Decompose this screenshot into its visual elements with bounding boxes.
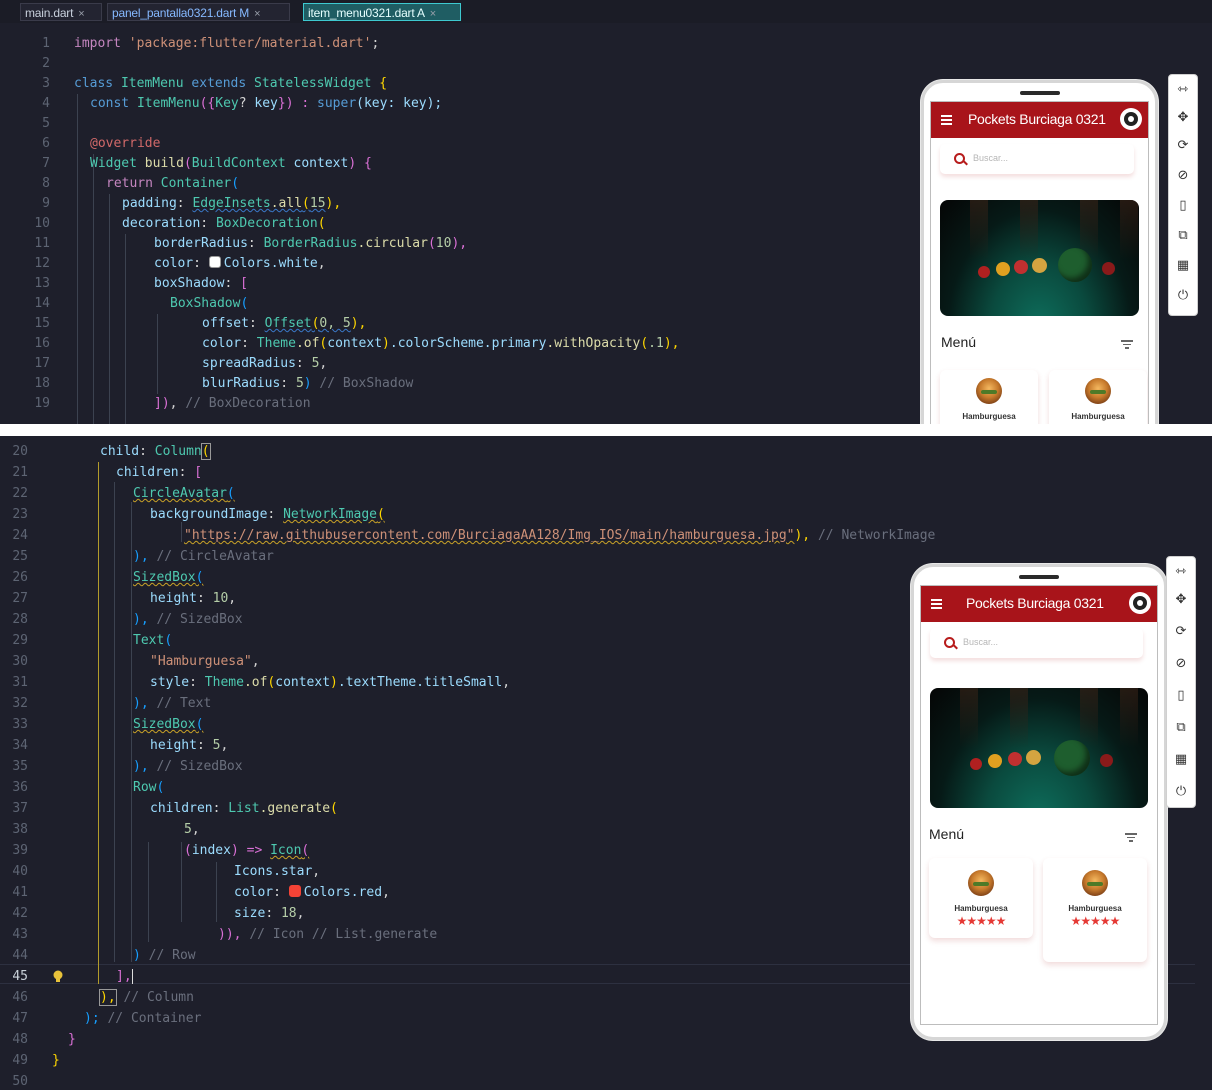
close-icon[interactable]: × xyxy=(254,8,260,20)
qr-code-icon[interactable]: ▦ xyxy=(1169,253,1197,279)
code-line: 20 child: Column( xyxy=(12,443,211,460)
app-title: Pockets Burciaga 0321 xyxy=(966,595,1104,611)
move-icon[interactable]: ✥ xyxy=(1167,587,1195,613)
editor-panel-bottom: 20 child: Column( 21 children: [ 22 CircleA… xyxy=(0,436,1212,1090)
app-bar: Pockets Burciaga 0321 xyxy=(921,586,1157,622)
code-line: 21 children: [ xyxy=(12,465,203,480)
eight-ball-icon xyxy=(1129,592,1151,614)
tab-item-menu[interactable]: item_menu0321.dart A × xyxy=(303,3,461,21)
app-bar: Pockets Burciaga 0321 xyxy=(931,102,1148,138)
menu-item-card[interactable]: Hamburguesa ★★★★★ xyxy=(929,858,1033,938)
banner-image xyxy=(930,688,1148,808)
close-icon[interactable]: × xyxy=(430,8,436,20)
phone-emulator[interactable]: Pockets Burciaga 0321 Buscar... Menú Ham… xyxy=(911,564,1167,1040)
menu-icon[interactable] xyxy=(941,115,952,125)
tab-panel-pantalla[interactable]: panel_pantalla0321.dart M × xyxy=(107,3,290,21)
move-icon[interactable]: ✥ xyxy=(1169,105,1197,131)
item-name: Hamburguesa xyxy=(1071,412,1125,421)
open-external-icon[interactable]: ⧉ xyxy=(1169,223,1197,249)
filter-icon[interactable] xyxy=(1125,833,1137,844)
power-icon[interactable]: ⏻ xyxy=(1169,283,1197,309)
avatar xyxy=(968,870,994,896)
rating-stars: ★★★★★ xyxy=(956,914,1007,928)
power-icon[interactable]: ⏻ xyxy=(1167,779,1195,805)
search-placeholder: Buscar... xyxy=(963,637,999,647)
banner-image xyxy=(940,200,1139,316)
phone-screen[interactable]: Pockets Burciaga 0321 Buscar... Menú Ham… xyxy=(930,101,1149,424)
menu-item-card[interactable]: Hamburguesa ★★★★★ xyxy=(940,370,1038,424)
filter-icon[interactable] xyxy=(1121,340,1133,351)
menu-title: Menú xyxy=(929,826,965,842)
phone-notch xyxy=(1019,575,1059,579)
rotate-device-icon[interactable]: ⊘ xyxy=(1169,163,1197,189)
search-icon xyxy=(944,637,955,648)
tab-label: panel_pantalla0321.dart M xyxy=(112,6,250,20)
item-name: Hamburguesa xyxy=(1068,904,1122,913)
menu-icon[interactable] xyxy=(931,599,942,609)
code-line: 2 xyxy=(42,56,50,71)
rating-stars: ★★★★★ xyxy=(1070,914,1121,928)
tab-main-dart[interactable]: main.dart × xyxy=(20,3,102,21)
item-name: Hamburguesa xyxy=(962,412,1016,421)
search-icon xyxy=(954,153,965,164)
tab-label: item_menu0321.dart A xyxy=(308,6,425,20)
color-swatch-white[interactable] xyxy=(208,256,221,268)
emulator-toolbar: ⇿ ✥ ⟳ ⊘ ▯ ⧉ ▦ ⏻ xyxy=(1166,556,1196,808)
menu-item-card[interactable]: Hamburguesa ★★★★★ xyxy=(1043,858,1147,962)
resize-icon[interactable]: ⇿ xyxy=(1169,77,1197,103)
color-swatch-red[interactable] xyxy=(288,885,301,897)
open-external-icon[interactable]: ⧉ xyxy=(1167,715,1195,741)
close-icon[interactable]: × xyxy=(78,8,84,20)
avatar xyxy=(1085,378,1111,404)
phone-screen[interactable]: Pockets Burciaga 0321 Buscar... Menú Ham… xyxy=(920,585,1158,1025)
menu-title: Menú xyxy=(941,334,977,350)
code-line: 50 xyxy=(12,1074,28,1089)
tab-label: main.dart xyxy=(25,6,74,20)
code-line: 23 backgroundImage: NetworkImage( xyxy=(12,507,385,522)
qr-code-icon[interactable]: ▦ xyxy=(1167,747,1195,773)
device-icon[interactable]: ▯ xyxy=(1167,683,1195,709)
device-icon[interactable]: ▯ xyxy=(1169,193,1197,219)
search-bar[interactable]: Buscar... xyxy=(930,628,1143,658)
search-bar[interactable]: Buscar... xyxy=(940,144,1134,174)
editor-panel-top: main.dart × panel_pantalla0321.dart M × it… xyxy=(0,0,1212,424)
lightbulb-icon[interactable] xyxy=(52,970,64,984)
code-line: 22 CircleAvatar( xyxy=(12,486,235,501)
item-name: Hamburguesa xyxy=(954,904,1008,913)
rotate-icon[interactable]: ⟳ xyxy=(1167,619,1195,645)
search-placeholder: Buscar... xyxy=(973,153,1009,163)
tab-bar: main.dart × panel_pantalla0321.dart M × it… xyxy=(0,0,1212,23)
phone-emulator[interactable]: Pockets Burciaga 0321 Buscar... Menú Ham… xyxy=(921,80,1158,424)
app-title: Pockets Burciaga 0321 xyxy=(968,111,1106,127)
resize-icon[interactable]: ⇿ xyxy=(1167,559,1195,585)
eight-ball-icon xyxy=(1120,108,1142,130)
avatar xyxy=(976,378,1002,404)
avatar xyxy=(1082,870,1108,896)
menu-item-card[interactable]: Hamburguesa ★★★★★ xyxy=(1049,370,1147,424)
code-line: 49} xyxy=(12,1053,60,1068)
emulator-toolbar: ⇿ ✥ ⟳ ⊘ ▯ ⧉ ▦ ⏻ xyxy=(1168,74,1198,316)
rotate-icon[interactable]: ⟳ xyxy=(1169,133,1197,159)
rotate-device-icon[interactable]: ⊘ xyxy=(1167,651,1195,677)
code-line: 1 import 'package:flutter/material.dart'; xyxy=(42,36,380,51)
code-line: 24 "https://raw.githubusercontent.com/Bur… xyxy=(12,528,936,543)
phone-notch xyxy=(1019,91,1060,95)
